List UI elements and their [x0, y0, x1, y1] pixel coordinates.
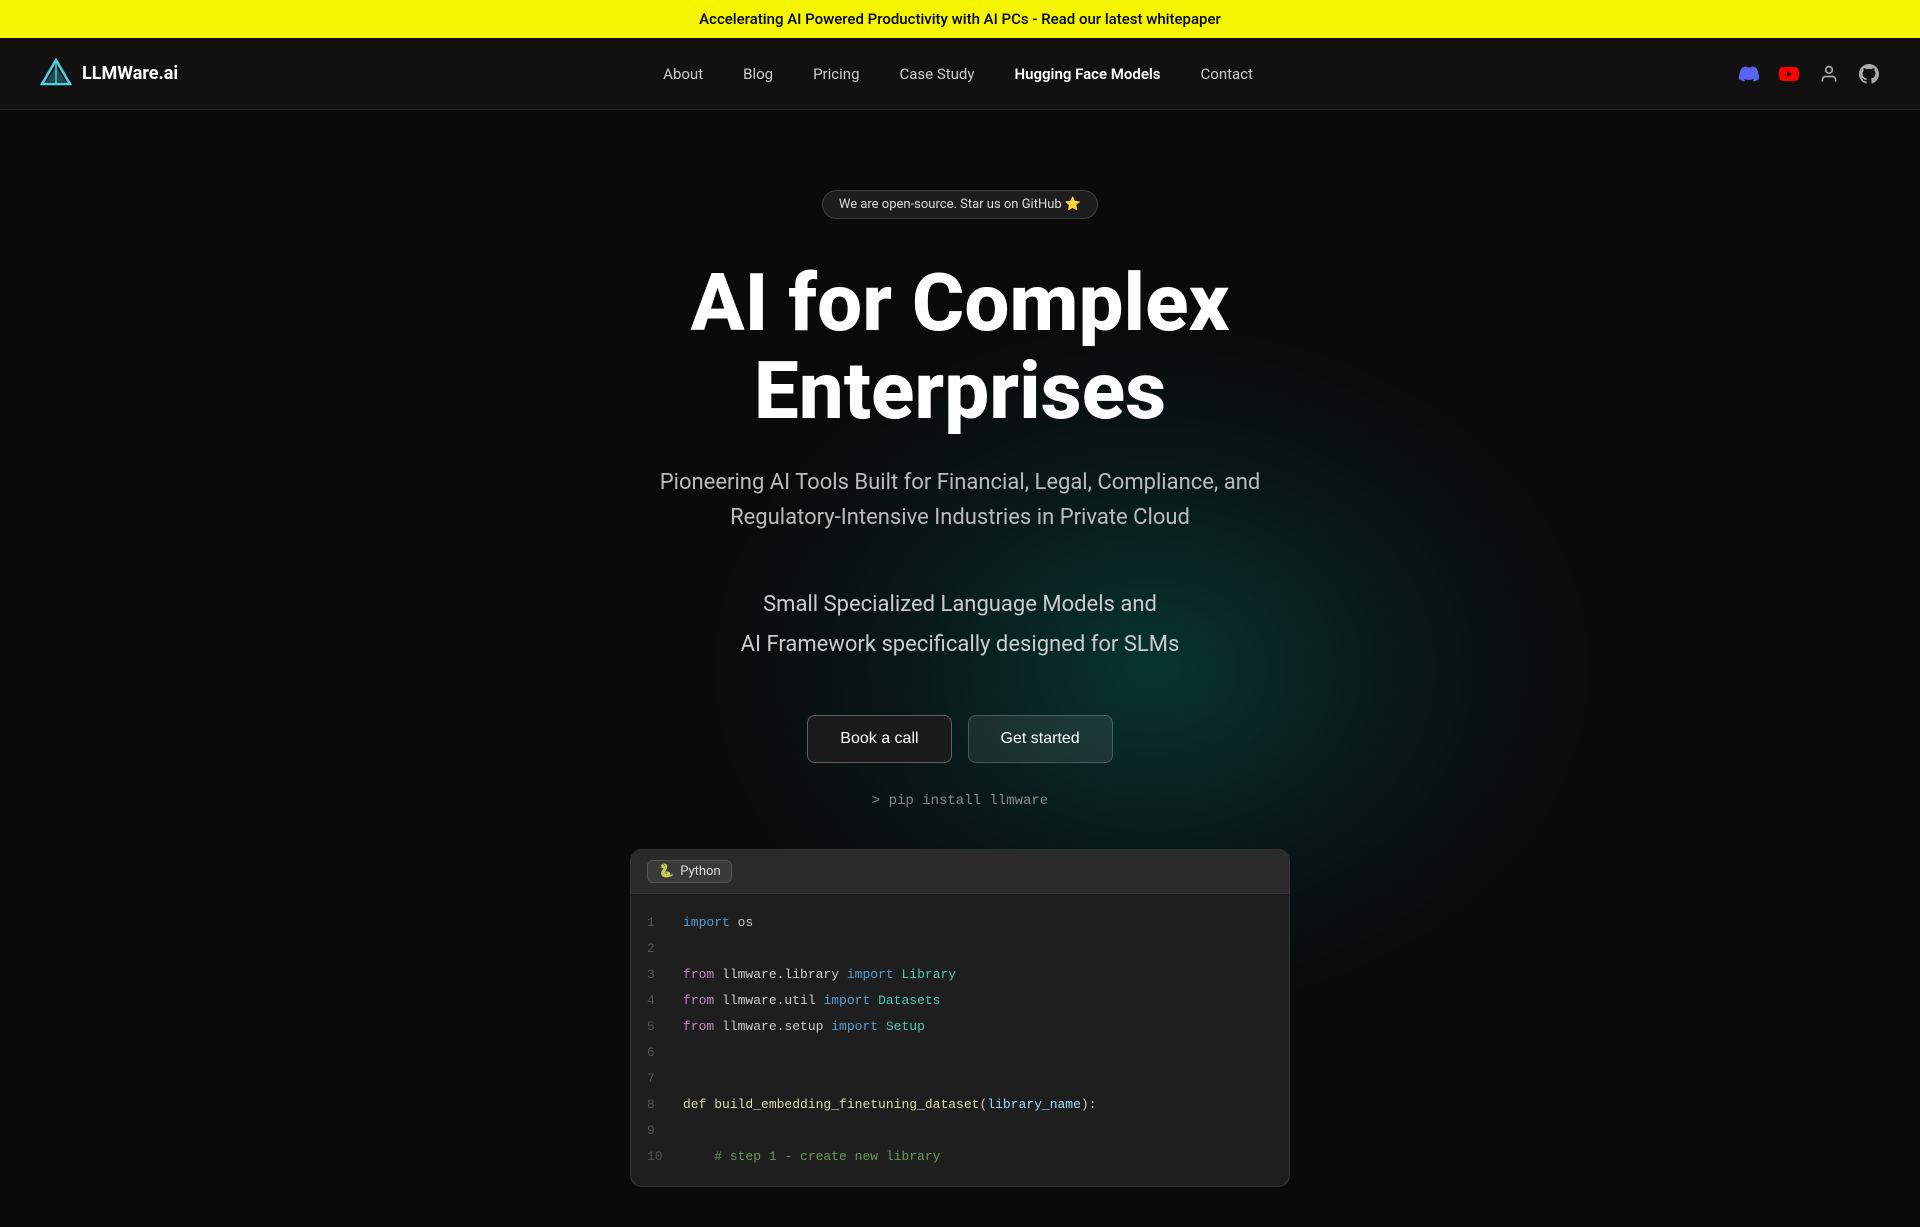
code-line-5: 5 from llmware.setup import Setup	[647, 1014, 1273, 1040]
code-line-1: 1 import os	[647, 910, 1273, 936]
code-line-2: 2	[647, 936, 1273, 962]
github-badge[interactable]: We are open-source. Star us on GitHub ⭐	[822, 190, 1098, 219]
logo-area: LLMWare.ai	[40, 58, 178, 90]
hero-secondary-line2: AI Framework specifically designed for S…	[741, 625, 1180, 665]
logo-text: LLMWare.ai	[82, 63, 178, 84]
nav-pricing[interactable]: Pricing	[813, 65, 859, 83]
get-started-button[interactable]: Get started	[968, 715, 1113, 763]
code-line-4: 4 from llmware.util import Datasets	[647, 988, 1273, 1014]
hero-secondary: Small Specialized Language Models and AI…	[741, 585, 1180, 664]
hero-buttons: Book a call Get started	[807, 715, 1112, 763]
hero-subtitle: Pioneering AI Tools Built for Financial,…	[620, 465, 1300, 535]
hero-title: AI for Complex Enterprises	[510, 259, 1410, 435]
youtube-icon[interactable]	[1778, 63, 1800, 85]
github-badge-text: We are open-source. Star us on GitHub ⭐	[839, 197, 1081, 212]
nav-case-study[interactable]: Case Study	[900, 65, 975, 83]
github-icon[interactable]	[1858, 63, 1880, 85]
code-line-6: 6	[647, 1040, 1273, 1066]
code-line-8: 8 def build_embedding_finetuning_dataset…	[647, 1092, 1273, 1118]
banner-text: Accelerating AI Powered Productivity wit…	[699, 10, 1221, 28]
hero-section: We are open-source. Star us on GitHub ⭐ …	[0, 110, 1920, 1227]
code-line-7: 7	[647, 1066, 1273, 1092]
book-call-button[interactable]: Book a call	[807, 715, 951, 763]
code-body: 1 import os 2 3 from llmware.library imp…	[631, 894, 1289, 1186]
python-icon: 🐍	[658, 864, 674, 879]
nav-about[interactable]: About	[663, 65, 703, 83]
code-lang-label: Python	[680, 864, 720, 879]
nav-hugging-face[interactable]: Hugging Face Models	[1014, 65, 1160, 83]
pip-command: > pip install llmware	[872, 793, 1048, 809]
code-block: 🐍 Python 1 import os 2 3 from llmware.li…	[630, 849, 1290, 1187]
logo-icon	[40, 58, 72, 90]
hero-secondary-line1: Small Specialized Language Models and	[741, 585, 1180, 625]
code-header: 🐍 Python	[631, 850, 1289, 894]
code-lang-badge: 🐍 Python	[647, 860, 732, 883]
social-icons-group	[1738, 63, 1880, 85]
code-line-9: 9	[647, 1118, 1273, 1144]
discord-icon[interactable]	[1738, 63, 1760, 85]
account-icon[interactable]	[1818, 63, 1840, 85]
code-line-3: 3 from llmware.library import Library	[647, 962, 1273, 988]
navbar: LLMWare.ai About Blog Pricing Case Study…	[0, 38, 1920, 110]
code-line-10: 10 # step 1 - create new library	[647, 1144, 1273, 1170]
nav-links: About Blog Pricing Case Study Hugging Fa…	[663, 65, 1253, 83]
nav-contact[interactable]: Contact	[1201, 65, 1253, 83]
nav-blog[interactable]: Blog	[743, 65, 773, 83]
announcement-banner[interactable]: Accelerating AI Powered Productivity wit…	[0, 0, 1920, 38]
